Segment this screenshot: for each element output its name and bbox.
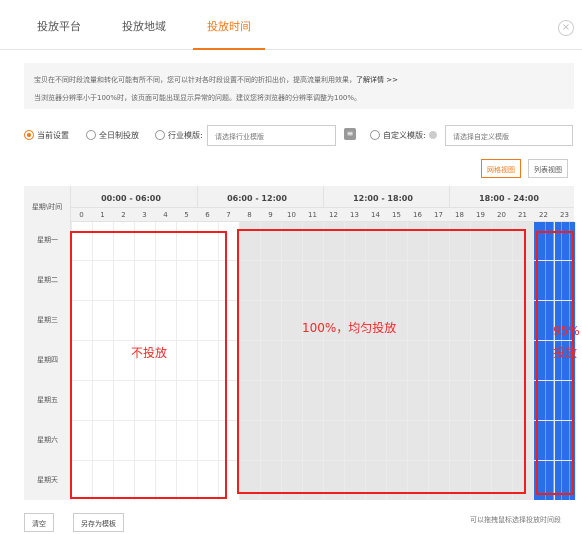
- industry-template-select[interactable]: 请选择行业模版: [207, 125, 336, 146]
- tab-bar: 投放平台 投放地域 投放时间 ×: [0, 0, 582, 50]
- grid-corner-label: 星期\时间: [24, 186, 71, 222]
- schedule-options: 当前设置 全日制投放 行业模版: 请选择行业模版 ≡ 自定义模版: 请选择自定义…: [24, 125, 576, 147]
- help-icon[interactable]: [429, 131, 437, 139]
- range-separator: [449, 186, 450, 208]
- radio-all-day[interactable]: [86, 130, 96, 140]
- range-separator: [197, 186, 198, 208]
- list-view-button[interactable]: 列表视图: [528, 159, 568, 178]
- time-range-label: 06:00 - 12:00: [227, 194, 287, 203]
- learn-more-link[interactable]: 了解详情 >>: [356, 76, 398, 84]
- day-label[interactable]: 星期三: [24, 300, 71, 340]
- close-icon[interactable]: ×: [558, 20, 574, 36]
- even-delivery-annotation: 100%，均匀投放: [302, 321, 397, 335]
- day-label[interactable]: 星期四: [24, 340, 71, 380]
- grid-view-button[interactable]: 网格视图: [481, 159, 521, 178]
- day-label[interactable]: 星期二: [24, 260, 71, 300]
- hour-label[interactable]: 7: [218, 211, 239, 219]
- radio-industry-template-label: 行业模版:: [168, 131, 203, 140]
- hour-label[interactable]: 17: [428, 211, 449, 219]
- day-label[interactable]: 星期一: [24, 220, 71, 260]
- partial-delivery-annotation-pct: 95%: [553, 324, 580, 338]
- radio-industry-template[interactable]: [155, 130, 165, 140]
- hour-label[interactable]: 8: [239, 211, 260, 219]
- notice-box: 宝贝在不同时段流量和转化可能有所不同，您可以针对各时段设置不同的折扣出价，提高流…: [24, 63, 574, 109]
- range-separator: [323, 186, 324, 208]
- hour-label[interactable]: 21: [512, 211, 533, 219]
- radio-custom-template[interactable]: [370, 130, 380, 140]
- hour-label[interactable]: 3: [134, 211, 155, 219]
- tab-time[interactable]: 投放时间: [193, 18, 265, 50]
- partial-delivery-box: [536, 231, 574, 495]
- drag-hint: 可以拖拽鼠标选择投放时间段: [470, 516, 561, 524]
- time-range-label: 00:00 - 06:00: [101, 194, 161, 203]
- even-delivery-box: [237, 229, 526, 494]
- radio-current-setting[interactable]: [24, 130, 34, 140]
- partial-delivery-annotation-label: 投放: [553, 346, 578, 360]
- radio-current-setting-label: 当前设置: [37, 131, 69, 140]
- hour-label[interactable]: 0: [71, 211, 92, 219]
- hour-label[interactable]: 13: [344, 211, 365, 219]
- hour-label[interactable]: 18: [449, 211, 470, 219]
- no-delivery-box: [70, 231, 227, 499]
- hour-label[interactable]: 14: [365, 211, 386, 219]
- hour-label[interactable]: 22: [533, 211, 554, 219]
- hour-label[interactable]: 6: [197, 211, 218, 219]
- hour-label[interactable]: 16: [407, 211, 428, 219]
- notice-line-1: 宝贝在不同时段流量和转化可能有所不同，您可以针对各时段设置不同的折扣出价，提高流…: [34, 71, 564, 89]
- grid-column-line: [575, 222, 576, 500]
- radio-custom-template-label: 自定义模版:: [383, 131, 426, 140]
- hour-label[interactable]: 1: [92, 211, 113, 219]
- notice-text: 宝贝在不同时段流量和转化可能有所不同，您可以针对各时段设置不同的折扣出价，提高流…: [34, 76, 356, 84]
- radio-all-day-label: 全日制投放: [99, 131, 139, 140]
- time-range-label: 18:00 - 24:00: [479, 194, 539, 203]
- hour-label[interactable]: 2: [113, 211, 134, 219]
- day-label[interactable]: 星期六: [24, 420, 71, 460]
- tab-region[interactable]: 投放地域: [109, 18, 179, 50]
- hour-label[interactable]: 15: [386, 211, 407, 219]
- hour-label[interactable]: 9: [260, 211, 281, 219]
- custom-template-select[interactable]: 请选择自定义模版: [445, 125, 573, 146]
- time-range-label: 12:00 - 18:00: [353, 194, 413, 203]
- hour-label[interactable]: 12: [323, 211, 344, 219]
- no-delivery-annotation: 不投放: [131, 346, 168, 360]
- save-as-template-button[interactable]: 另存为模板: [73, 513, 124, 532]
- hour-label[interactable]: 19: [470, 211, 491, 219]
- grid-column-line: [533, 222, 534, 500]
- tab-platform[interactable]: 投放平台: [24, 18, 94, 50]
- hour-label[interactable]: 5: [176, 211, 197, 219]
- hour-label[interactable]: 11: [302, 211, 323, 219]
- day-label[interactable]: 星期天: [24, 460, 71, 500]
- day-label[interactable]: 星期五: [24, 380, 71, 420]
- hour-label[interactable]: 20: [491, 211, 512, 219]
- template-icon[interactable]: ≡: [344, 128, 356, 140]
- hour-label[interactable]: 10: [281, 211, 302, 219]
- clear-button[interactable]: 清空: [24, 513, 54, 532]
- notice-line-2: 当浏览器分辨率小于100%时，该页面可能出现显示异常的问题。建议您将浏览器的分辨…: [34, 94, 362, 102]
- hour-label[interactable]: 23: [554, 211, 575, 219]
- hour-label[interactable]: 4: [155, 211, 176, 219]
